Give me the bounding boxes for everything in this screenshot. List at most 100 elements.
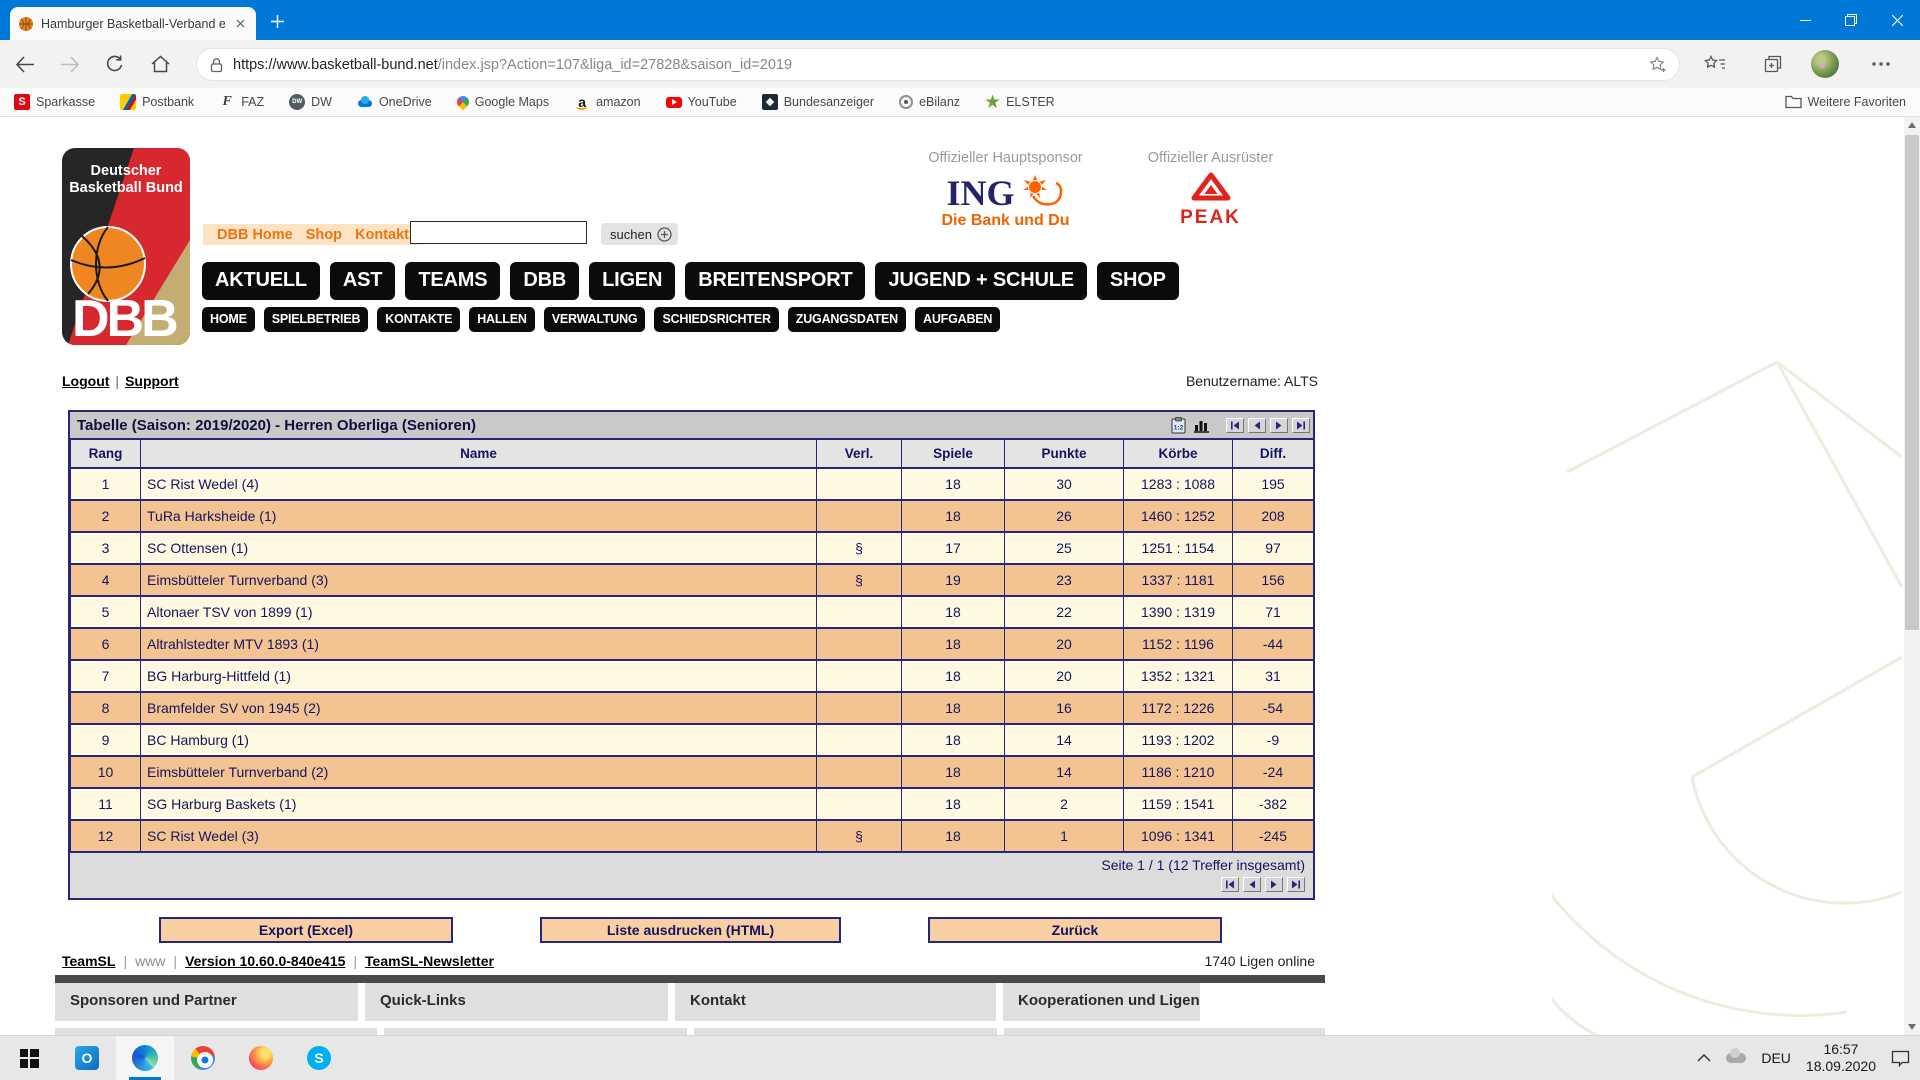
page-first-button[interactable] [1226, 418, 1244, 433]
print-list-button[interactable]: Liste ausdrucken (HTML) [540, 917, 841, 943]
bookmark-item[interactable]: FAZ [219, 94, 264, 110]
page-next-button[interactable] [1265, 877, 1283, 892]
bookmark-item[interactable]: DW [289, 94, 332, 110]
subnav-verwaltung[interactable]: VERWALTUNG [544, 307, 646, 332]
ing-wordmark: ING [946, 178, 1014, 208]
avatar [1811, 50, 1839, 78]
cell-spiele: 18 [902, 660, 1005, 692]
page-prev-button[interactable] [1243, 877, 1261, 892]
language-indicator[interactable]: DEU [1761, 1050, 1791, 1066]
notification-icon[interactable] [1891, 1050, 1910, 1067]
address-bar[interactable]: https://www.basketball-bund.net/index.js… [196, 48, 1680, 81]
profile-avatar[interactable] [1810, 40, 1840, 88]
browser-tab[interactable]: Hamburger Basketball-Verband e [10, 7, 256, 40]
taskbar-edge[interactable] [116, 1036, 174, 1080]
subnav-hallen[interactable]: HALLEN [469, 307, 535, 332]
chart-icon[interactable] [1193, 417, 1210, 433]
cell-rang: 1 [71, 468, 141, 500]
nav-teams[interactable]: TEAMS [405, 262, 500, 300]
page-scrollbar[interactable] [1904, 117, 1920, 1035]
mininav-shop[interactable]: Shop [306, 227, 342, 243]
export-excel-button[interactable]: Export (Excel) [159, 917, 453, 943]
bookmark-item[interactable]: Postbank [120, 94, 194, 110]
nav-dbb[interactable]: DBB [510, 262, 579, 300]
page-prev-button[interactable] [1248, 418, 1266, 433]
subnav-aufgaben[interactable]: AUFGABEN [915, 307, 1000, 332]
subnav-schiedsrichter[interactable]: SCHIEDSRICHTER [654, 307, 778, 332]
more-favorites[interactable]: Weitere Favoriten [1785, 95, 1906, 109]
page-last-button[interactable] [1287, 877, 1305, 892]
taskbar-firefox[interactable] [232, 1036, 290, 1080]
bookmark-item[interactable]: Google Maps [457, 95, 549, 109]
scroll-down-icon[interactable] [1904, 1019, 1920, 1035]
bookmark-item[interactable]: eBilanz [899, 95, 960, 109]
subnav-zugangsdaten[interactable]: ZUGANGSDATEN [788, 307, 906, 332]
subnav-kontakte[interactable]: KONTAKTE [377, 307, 460, 332]
refresh-icon[interactable] [102, 51, 128, 77]
dbb-logo[interactable]: Deutscher Basketball Bund DBB [62, 148, 190, 345]
taskbar-skype[interactable]: S [290, 1036, 348, 1080]
support-link[interactable]: Support [125, 373, 179, 389]
page-next-button[interactable] [1270, 418, 1288, 433]
excel-export-icon[interactable]: 1:2 [1171, 417, 1186, 434]
minimize-button[interactable] [1782, 0, 1828, 40]
page-first-button[interactable] [1221, 877, 1239, 892]
back-button[interactable]: Zurück [928, 917, 1222, 943]
start-button[interactable] [0, 1036, 58, 1080]
bookmark-item[interactable]: YouTube [666, 95, 737, 109]
collections-icon[interactable] [1758, 40, 1788, 88]
page-content: Deutscher Basketball Bund DBB DBB Home Sh… [0, 117, 1920, 1035]
teamsl-link[interactable]: TeamSL [62, 953, 115, 969]
version-link[interactable]: Version 10.60.0-840e415 [185, 953, 345, 969]
search-input[interactable] [410, 221, 587, 244]
add-favorite-star-icon[interactable] [1649, 56, 1667, 74]
forward-icon[interactable] [57, 51, 83, 77]
nav-breitensport[interactable]: BREITENSPORT [685, 262, 865, 300]
home-icon[interactable] [147, 51, 173, 77]
subnav-spielbetrieb[interactable]: SPIELBETRIEB [264, 307, 369, 332]
taskbar-chrome[interactable] [174, 1036, 232, 1080]
bookmark-item[interactable]: amazon [574, 94, 640, 110]
taskbar-clock[interactable]: 16:57 18.09.2020 [1806, 1041, 1876, 1075]
tab-close-icon[interactable] [232, 16, 248, 32]
logout-link[interactable]: Logout [62, 373, 109, 389]
nav-jugend-schule[interactable]: JUGEND + SCHULE [875, 262, 1086, 300]
cell-name: Altonaer TSV von 1899 (1) [141, 596, 817, 628]
onedrive-tray-icon[interactable] [1726, 1053, 1746, 1063]
newsletter-link[interactable]: TeamSL-Newsletter [365, 953, 494, 969]
search-button[interactable]: suchen [601, 223, 678, 245]
bookmarks-bar: Weitere Favoriten Sparkasse Postbank FAZ… [0, 88, 1920, 117]
scroll-up-icon[interactable] [1904, 117, 1920, 133]
taskbar-outlook[interactable]: O [58, 1036, 116, 1080]
page-last-button[interactable] [1292, 418, 1310, 433]
amazon-icon [574, 94, 590, 110]
nav-aktuell[interactable]: AKTUELL [202, 262, 320, 300]
settings-menu-icon[interactable] [1866, 40, 1896, 88]
peak-logo[interactable]: PEAK [1128, 171, 1293, 229]
cell-rang: 9 [71, 724, 141, 756]
ing-logo[interactable]: ING [893, 174, 1118, 208]
standings-table: Rang Name Verl. Spiele Punkte Körbe Diff… [70, 438, 1314, 853]
cell-koerbe: 1159 : 1541 [1124, 788, 1233, 820]
nav-ast[interactable]: AST [330, 262, 395, 300]
bookmark-item[interactable]: OneDrive [357, 94, 432, 110]
scrollbar-thumb[interactable] [1905, 135, 1919, 630]
cell-diff: -54 [1233, 692, 1314, 724]
mininav-dbb-home[interactable]: DBB Home [217, 227, 293, 243]
bookmark-item[interactable]: Sparkasse [14, 94, 95, 110]
bookmark-item[interactable]: Bundesanzeiger [762, 94, 874, 110]
table-row: 3 SC Ottensen (1) § 17 25 1251 : 1154 97 [71, 532, 1314, 564]
cell-verl: § [817, 532, 902, 564]
nav-shop[interactable]: SHOP [1097, 262, 1179, 300]
tray-chevron-icon[interactable] [1697, 1054, 1711, 1062]
restore-button[interactable] [1828, 0, 1874, 40]
mininav-kontakt[interactable]: Kontakt [355, 227, 409, 243]
bookmark-item[interactable]: ELSTER [985, 95, 1055, 110]
subnav-home[interactable]: HOME [202, 307, 255, 332]
back-icon[interactable] [12, 51, 38, 77]
nav-ligen[interactable]: LIGEN [589, 262, 675, 300]
favorites-icon[interactable] [1700, 40, 1730, 88]
new-tab-button[interactable] [266, 10, 288, 32]
close-button[interactable] [1874, 0, 1920, 40]
cell-punkte: 20 [1005, 628, 1124, 660]
